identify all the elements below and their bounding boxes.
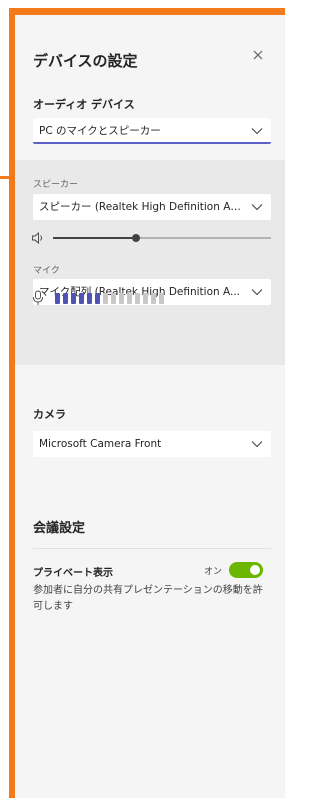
mic-level-bar-inactive bbox=[127, 293, 132, 304]
private-view-toggle[interactable] bbox=[229, 562, 263, 578]
mic-level-bars bbox=[55, 293, 164, 304]
mic-level-bar-inactive bbox=[119, 293, 124, 304]
meeting-settings-heading: 会議設定 bbox=[33, 521, 86, 536]
speaker-volume-slider[interactable] bbox=[31, 231, 271, 245]
private-view-description: 参加者に自分の共有プレゼンテーションの移動を許可します bbox=[33, 585, 263, 612]
chevron-down-icon bbox=[251, 204, 263, 211]
mic-level-bar-inactive bbox=[103, 293, 108, 304]
speaker-value: スピーカー (Realtek High Definition Aud... bbox=[39, 201, 254, 213]
toggle-knob bbox=[250, 565, 260, 575]
microphone-icon bbox=[33, 290, 43, 305]
audio-device-label: オーディオ デバイス bbox=[33, 98, 135, 111]
close-icon bbox=[253, 50, 263, 60]
mic-level-bar-inactive bbox=[135, 293, 140, 304]
mic-level-bar-inactive bbox=[111, 293, 116, 304]
mic-level-bar-inactive bbox=[159, 293, 164, 304]
mic-level-bar-active bbox=[55, 293, 60, 304]
mic-level-bar-inactive bbox=[143, 293, 148, 304]
mic-level-bar-active bbox=[95, 293, 100, 304]
device-settings-panel: デバイスの設定 オーディオ デバイス PC のマイクとスピーカー スピーカー ス… bbox=[15, 15, 285, 798]
audio-device-select[interactable]: PC のマイクとスピーカー bbox=[33, 118, 271, 144]
chevron-down-icon bbox=[251, 128, 263, 135]
chevron-down-icon bbox=[251, 441, 263, 448]
mic-level-bar-active bbox=[79, 293, 84, 304]
mic-level-bar-inactive bbox=[151, 293, 156, 304]
camera-select[interactable]: Microsoft Camera Front bbox=[33, 431, 271, 457]
volume-fill bbox=[53, 237, 136, 239]
mic-label: マイク bbox=[33, 266, 60, 276]
private-view-state: オン bbox=[204, 567, 223, 577]
private-view-label: プライベート表示 bbox=[33, 568, 113, 579]
volume-thumb[interactable] bbox=[131, 234, 140, 242]
speaker-icon bbox=[32, 232, 42, 244]
dialog-title: デバイスの設定 bbox=[33, 52, 138, 70]
mic-level-meter bbox=[31, 290, 271, 306]
divider bbox=[33, 548, 271, 549]
mic-level-bar-active bbox=[63, 293, 68, 304]
mic-level-bar-active bbox=[71, 293, 76, 304]
close-button[interactable] bbox=[249, 48, 267, 66]
mic-level-bar-active bbox=[87, 293, 92, 304]
speaker-select[interactable]: スピーカー (Realtek High Definition Aud... bbox=[33, 194, 271, 220]
audio-device-value: PC のマイクとスピーカー bbox=[39, 125, 161, 137]
camera-label: カメラ bbox=[33, 408, 66, 421]
speaker-label: スピーカー bbox=[33, 180, 79, 190]
panel-accent-tick bbox=[0, 176, 12, 179]
camera-value: Microsoft Camera Front bbox=[39, 438, 162, 450]
